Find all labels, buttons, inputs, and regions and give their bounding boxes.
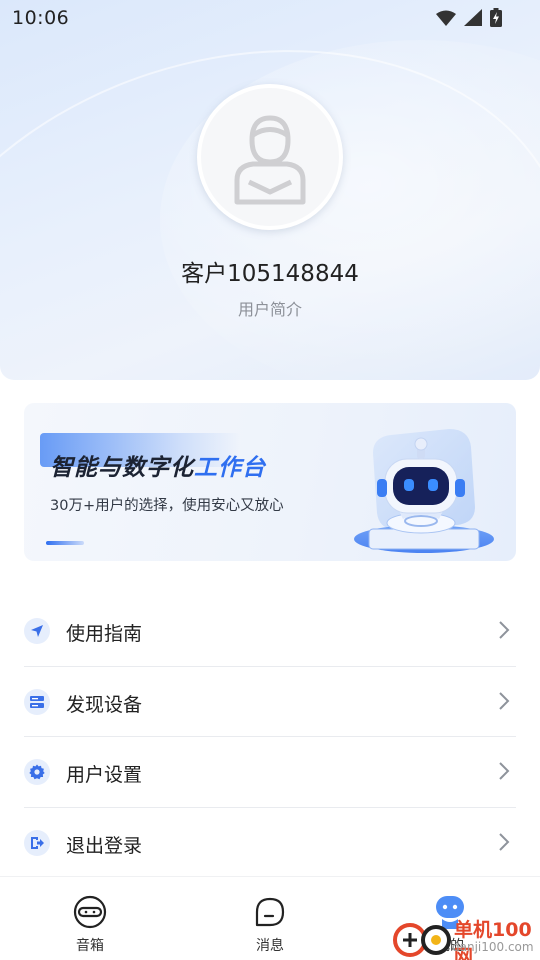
menu-item-label: 用户设置 [66,764,143,786]
speaker-icon [73,895,107,929]
username: 客户105148844 [181,261,359,287]
profile-screen: 10:06 客户105148844 用户简介 智能与数字化工作台 30万+用户的… [0,0,540,960]
banner-title-main: 智能与数字化 [50,455,194,481]
menu-item-guide[interactable]: 使用指南 [24,596,516,667]
battery-icon [490,8,502,31]
settings-menu: 使用指南 发现设备 用户设置 退出登录 [24,596,516,878]
user-bio[interactable]: 用户简介 [0,296,540,320]
watermark-url: danji100.com [452,940,534,954]
banner-title: 智能与数字化工作台 [50,448,266,482]
nav-item-messages[interactable]: 消息 [230,895,310,955]
chevron-right-icon [498,620,510,644]
menu-item-label: 发现设备 [66,693,143,716]
avatar[interactable] [197,84,343,230]
chevron-right-icon [498,832,510,856]
menu-item-label: 使用指南 [66,623,143,645]
default-user-icon [234,115,306,205]
nav-item-speaker[interactable]: 音箱 [50,895,130,955]
chevron-right-icon [498,761,510,785]
chevron-right-icon [498,691,510,715]
message-icon [255,897,285,927]
banner-indicator [46,541,84,545]
banner-subtitle: 30万+用户的选择，使用安心又放心 [50,498,284,514]
watermark-logo-icon [393,923,451,957]
status-bar: 10:06 [0,0,540,36]
status-time: 10:06 [12,7,70,29]
wifi-icon [436,10,456,30]
promo-banner[interactable]: 智能与数字化工作台 30万+用户的选择，使用安心又放心 [24,403,516,561]
menu-item-discover-devices[interactable]: 发现设备 [24,667,516,737]
cell-signal-icon [464,9,482,30]
gear-icon [24,759,50,785]
menu-item-label: 退出登录 [66,834,143,857]
navigation-arrow-icon [24,618,50,644]
logout-icon [24,829,50,856]
menu-item-user-settings[interactable]: 用户设置 [24,737,516,808]
status-icons [436,8,502,31]
watermark: 单机100网 danji100.com [392,914,540,960]
device-list-icon [24,688,50,715]
nav-label: 消息 [256,938,284,954]
nav-label: 音箱 [76,938,104,954]
banner-title-highlight: 工作台 [194,455,266,481]
menu-item-logout[interactable]: 退出登录 [24,808,516,879]
robot-illustration [354,429,494,553]
